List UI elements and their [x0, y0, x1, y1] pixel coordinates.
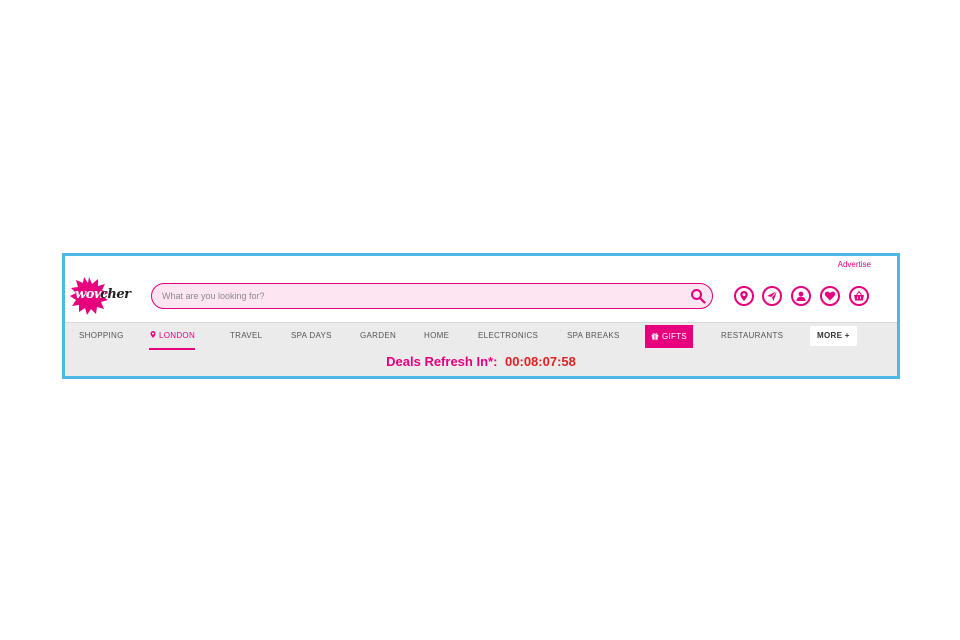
- advertise-link[interactable]: Advertise: [838, 260, 871, 269]
- nav-item-label: GIFTS: [662, 332, 688, 341]
- nav-item-london[interactable]: LONDON: [149, 323, 196, 350]
- basket-icon[interactable]: [849, 286, 869, 306]
- account-glyph: [796, 291, 806, 301]
- more-button[interactable]: MORE +: [810, 326, 857, 346]
- send-icon[interactable]: [762, 286, 782, 306]
- wowcher-logo[interactable]: wow cher: [69, 276, 135, 316]
- countdown-label: Deals Refresh In*:: [386, 354, 498, 369]
- search-input[interactable]: [162, 289, 682, 303]
- nav-item-gifts[interactable]: GIFTS: [645, 325, 694, 348]
- nav-item-label: LONDON: [159, 331, 196, 340]
- countdown-timer: 00:08:07:58: [505, 354, 576, 369]
- send-glyph: [767, 290, 778, 301]
- search-icon[interactable]: [690, 288, 706, 304]
- nav-item-home[interactable]: HOME: [424, 323, 449, 350]
- location-pin-icon: [150, 331, 156, 338]
- category-nav: SHOPPING LONDON TRAVEL SPA DAYS GARDEN H…: [65, 322, 897, 351]
- location-pin-glyph: [740, 291, 748, 301]
- heart-icon[interactable]: [820, 286, 840, 306]
- nav-item-travel[interactable]: TRAVEL: [230, 323, 262, 350]
- nav-item-restaurants[interactable]: RESTAURANTS: [721, 323, 783, 350]
- nav-item-spa-days[interactable]: SPA DAYS: [291, 323, 332, 350]
- nav-item-garden[interactable]: GARDEN: [360, 323, 396, 350]
- gift-icon: [651, 333, 659, 340]
- heart-glyph: [824, 291, 836, 301]
- nav-item-spa-breaks[interactable]: SPA BREAKS: [567, 323, 620, 350]
- search-bar: [151, 283, 713, 309]
- location-pin-icon[interactable]: [734, 286, 754, 306]
- nav-item-shopping[interactable]: SHOPPING: [79, 323, 124, 350]
- deals-countdown-bar: Deals Refresh In*: 00:08:07:58: [65, 350, 897, 376]
- account-icon[interactable]: [791, 286, 811, 306]
- nav-item-electronics[interactable]: ELECTRONICS: [478, 323, 538, 350]
- basket-glyph: [854, 290, 864, 301]
- logo-text-cher: cher: [100, 287, 131, 302]
- wowcher-header-frame: Advertise wow cher What are you looking …: [62, 253, 900, 379]
